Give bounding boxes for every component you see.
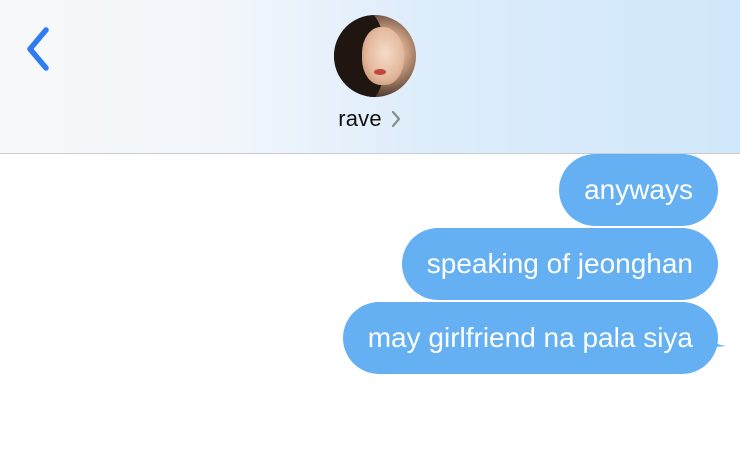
avatar[interactable]	[334, 15, 416, 97]
message-bubble-outgoing[interactable]: may girlfriend na pala siya	[342, 302, 718, 374]
contact-name: rave	[338, 106, 382, 131]
message-bubble-outgoing[interactable]: speaking of jeonghan	[401, 228, 718, 300]
contact-details-link[interactable]: rave	[0, 104, 740, 134]
message-thread: anyways speaking of jeonghan may girlfri…	[0, 154, 740, 462]
chevron-right-icon	[391, 110, 400, 128]
conversation-header: rave	[0, 0, 740, 154]
chevron-left-icon	[27, 27, 49, 71]
message-bubble-outgoing[interactable]: anyways	[559, 154, 718, 226]
bubble-tail	[690, 318, 726, 347]
back-button[interactable]	[18, 22, 62, 76]
